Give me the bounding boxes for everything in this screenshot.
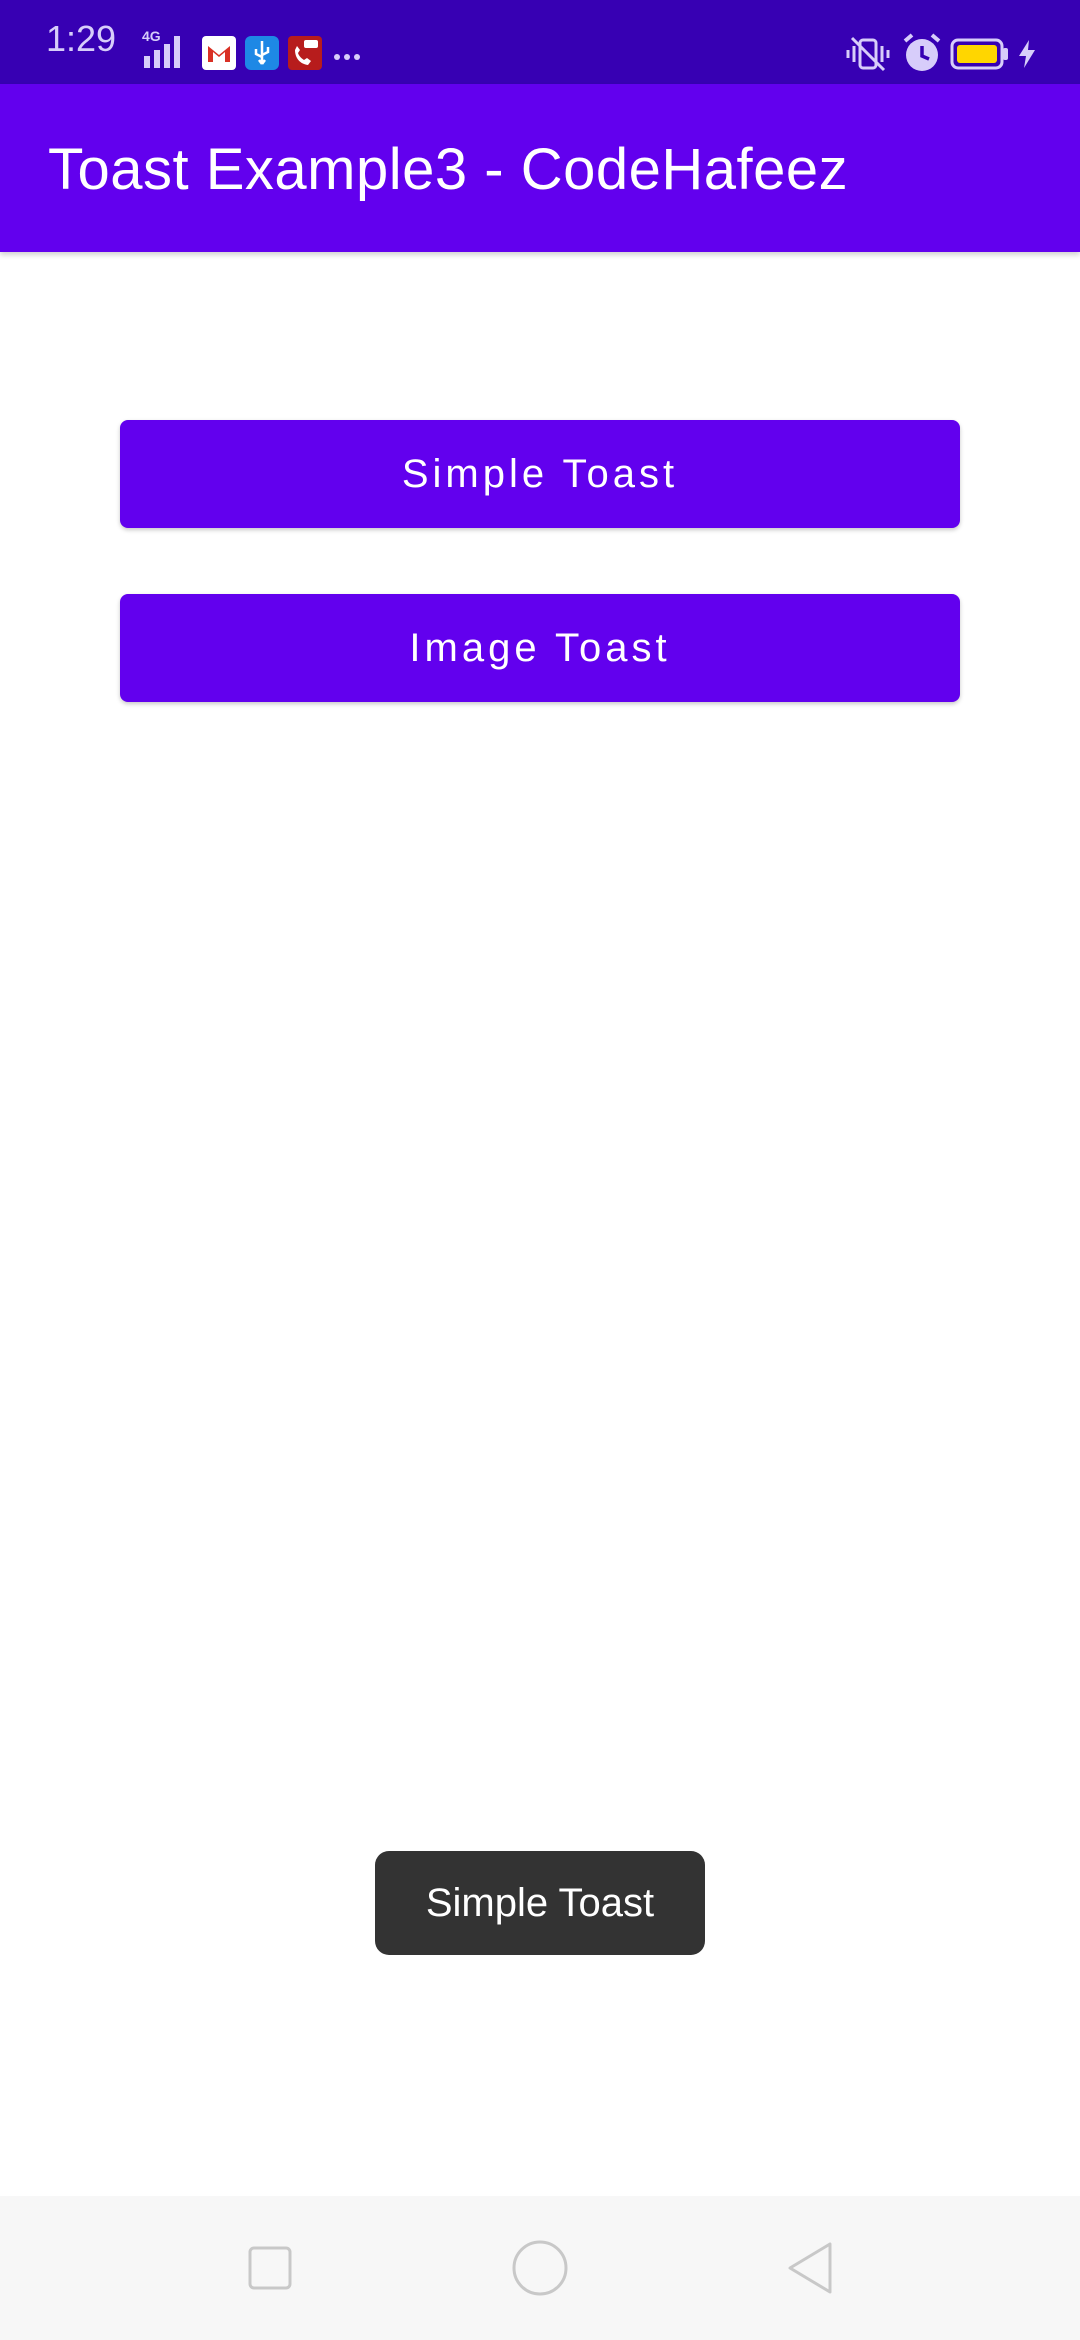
- usb-icon: [245, 36, 279, 70]
- recents-icon[interactable]: [234, 2232, 306, 2304]
- app-bar: Toast Example3 - CodeHafeez: [0, 84, 1080, 252]
- battery-icon: [950, 38, 1010, 70]
- toast-message: Simple Toast: [375, 1851, 705, 1955]
- alarm-icon: [902, 32, 942, 74]
- gmail-icon: [202, 36, 236, 70]
- signal-icon: 4G: [138, 28, 190, 70]
- status-time: 1:29: [46, 18, 117, 59]
- status-bar: 1:29 4G: [0, 0, 1080, 84]
- app-title: Toast Example3 - CodeHafeez: [48, 137, 849, 202]
- vibrate-icon: [846, 34, 890, 74]
- more-notifications-icon: [333, 48, 363, 60]
- navigation-bar: [0, 2196, 1080, 2340]
- simple-toast-button[interactable]: Simple Toast: [120, 420, 960, 528]
- charging-icon: [1016, 38, 1038, 70]
- home-icon[interactable]: [504, 2232, 576, 2304]
- call-recorder-icon: [288, 36, 322, 70]
- image-toast-button[interactable]: Image Toast: [120, 594, 960, 702]
- back-icon[interactable]: [774, 2232, 846, 2304]
